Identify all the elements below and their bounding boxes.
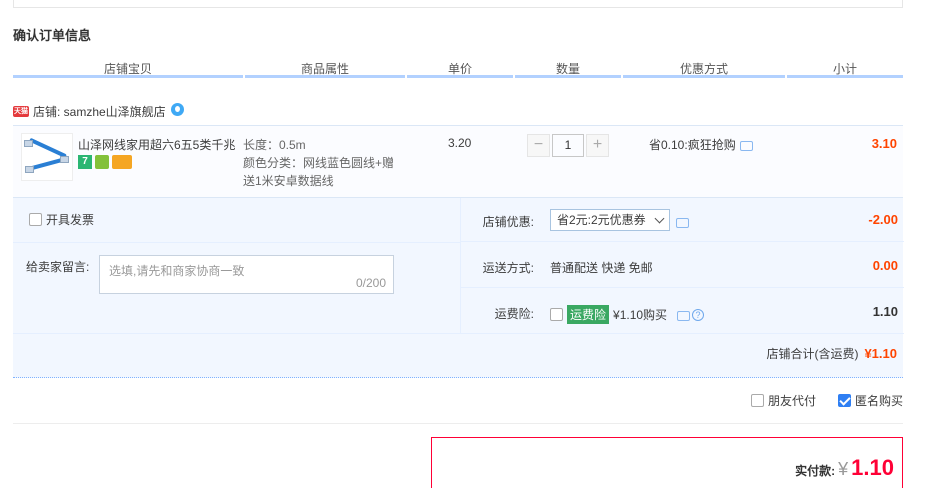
attr-color: 颜色分类：网线蓝色圆线+赠送1米安卓数据线: [243, 156, 395, 188]
chevron-down-icon: [654, 213, 665, 223]
help-icon[interactable]: ?: [692, 308, 705, 321]
anonymous-label: 匿名购买: [854, 394, 903, 408]
message-label: 给卖家留言:: [26, 260, 90, 274]
shipping-value: 普通配送 快递 免邮: [550, 261, 653, 275]
message-textarea[interactable]: 选填,请先和商家协商一致 0/200: [99, 255, 394, 294]
col-header-price: 单价: [447, 62, 472, 76]
friend-pay-option[interactable]: 朋友代付: [750, 392, 816, 409]
tmall-icon: 天猫: [13, 105, 29, 117]
insurance-value: 运费险 ¥1.10购买 ?: [550, 305, 705, 324]
seven-day-return-icon: 7: [78, 155, 92, 169]
payment-line: 实付款: ¥ 1.10: [795, 455, 894, 481]
shipping-amount: 0.00: [872, 258, 898, 273]
coupon-select[interactable]: 省2元:2元优惠券: [550, 209, 670, 231]
shop-discount-label: 店铺优惠:: [482, 215, 534, 229]
options-left: 开具发票 给卖家留言: 选填,请先和商家协商一致 0/200: [13, 198, 460, 333]
col-underline: [515, 75, 621, 78]
invoice-checkbox[interactable]: [29, 213, 42, 226]
friend-pay-checkbox[interactable]: [750, 394, 764, 407]
unit-price: 3.20: [448, 136, 472, 150]
anonymous-option[interactable]: 匿名购买: [837, 392, 903, 409]
quantity-input[interactable]: 1: [552, 134, 584, 157]
plug-graphic: [60, 156, 69, 163]
increase-button[interactable]: +: [586, 134, 609, 157]
col-underline: [407, 75, 513, 78]
insurance-checkbox[interactable]: [550, 308, 563, 321]
comment-icon[interactable]: [677, 310, 691, 321]
col-header-subtotal: 小计: [832, 62, 857, 76]
anonymous-checkbox[interactable]: [837, 394, 851, 407]
credit-card-icon: [112, 155, 132, 169]
plug-graphic: [25, 166, 34, 173]
payment-summary: 实付款: ¥ 1.10: [431, 437, 903, 488]
shop-discount-row: 店铺优惠: 省2元:2元优惠券 -2.00: [461, 198, 904, 242]
col-underline: [623, 75, 785, 78]
col-header-promo: 优惠方式: [679, 62, 728, 76]
shop-row: 天猫 店铺: samzhe山泽旗舰店: [13, 102, 184, 120]
shop-name[interactable]: 店铺: samzhe山泽旗舰店: [33, 103, 166, 120]
shop-total-amount: ¥1.10: [864, 346, 897, 361]
section-title: 确认订单信息: [13, 28, 92, 43]
insurance-tag: 运费险: [567, 305, 610, 324]
col-underline: [787, 75, 903, 78]
insurance-price: ¥1.10购买: [613, 308, 668, 322]
item-subtotal: 3.10: [871, 136, 897, 151]
shop-discount-value: 省2元:2元优惠券: [550, 209, 689, 231]
divider: [13, 242, 460, 243]
promo-text: 省0.10:疯狂抢购: [649, 138, 736, 152]
coupon-selected: 省2元:2元优惠券: [557, 213, 646, 227]
col-underline: [245, 75, 405, 78]
quantity-stepper: − 1 +: [527, 134, 609, 157]
payment-amount: 1.10: [851, 455, 894, 480]
product-attributes: 长度：0.5m 颜色分类：网线蓝色圆线+赠送1米安卓数据线: [243, 136, 403, 190]
guarantee-icon: [95, 155, 109, 169]
order-item: 山泽网线家用超六6五5类千兆 7 长度：0.5m 颜色分类：网线蓝色圆线+赠送1…: [13, 125, 903, 198]
invoice-option[interactable]: 开具发票: [29, 211, 94, 228]
product-title-link[interactable]: 山泽网线家用超六6五5类千兆: [78, 136, 238, 153]
col-header-item: 店铺宝贝: [103, 62, 152, 76]
product-thumbnail[interactable]: [21, 133, 73, 181]
message-char-count: 0/200: [355, 276, 386, 290]
shop-total: 店铺合计(含运费) ¥1.10: [766, 345, 897, 362]
message-placeholder: 选填,请先和商家协商一致: [109, 264, 245, 278]
col-header-attrs: 商品属性: [300, 62, 349, 76]
insurance-amount: 1.10: [872, 304, 898, 319]
options-right: 店铺优惠: 省2元:2元优惠券 -2.00 运送方式: 普通配送 快递 免邮 0…: [460, 198, 904, 334]
shipping-label: 运送方式:: [482, 261, 534, 275]
currency-symbol: ¥: [838, 459, 849, 479]
plug-graphic: [24, 140, 33, 147]
wangwang-chat-icon[interactable]: [170, 102, 184, 116]
divider: [13, 423, 903, 424]
service-badges: 7: [78, 155, 132, 169]
invoice-label: 开具发票: [46, 213, 95, 227]
comment-icon[interactable]: [675, 218, 689, 228]
comment-icon[interactable]: [739, 140, 753, 151]
shop-discount-amount: -2.00: [868, 212, 898, 227]
promo-method: 省0.10:疯狂抢购: [649, 136, 753, 153]
shop-total-label: 店铺合计(含运费): [766, 347, 859, 361]
payment-label: 实付款:: [795, 464, 836, 478]
col-underline: [13, 75, 243, 78]
insurance-label: 运费险:: [494, 307, 534, 321]
col-header-qty: 数量: [555, 62, 580, 76]
order-options-panel: 开具发票 给卖家留言: 选填,请先和商家协商一致 0/200 店铺优惠: 省2元…: [13, 198, 904, 378]
attr-length: 长度：0.5m: [243, 138, 306, 152]
previous-section-box: [13, 0, 903, 8]
decrease-button[interactable]: −: [527, 134, 550, 157]
friend-pay-label: 朋友代付: [767, 394, 816, 408]
insurance-row: 运费险: 运费险 ¥1.10购买 ? 1.10: [461, 290, 904, 334]
divider: [13, 333, 903, 334]
shipping-row: 运送方式: 普通配送 快递 免邮 0.00: [461, 244, 904, 288]
order-extras: 朋友代付 匿名购买: [750, 392, 903, 409]
